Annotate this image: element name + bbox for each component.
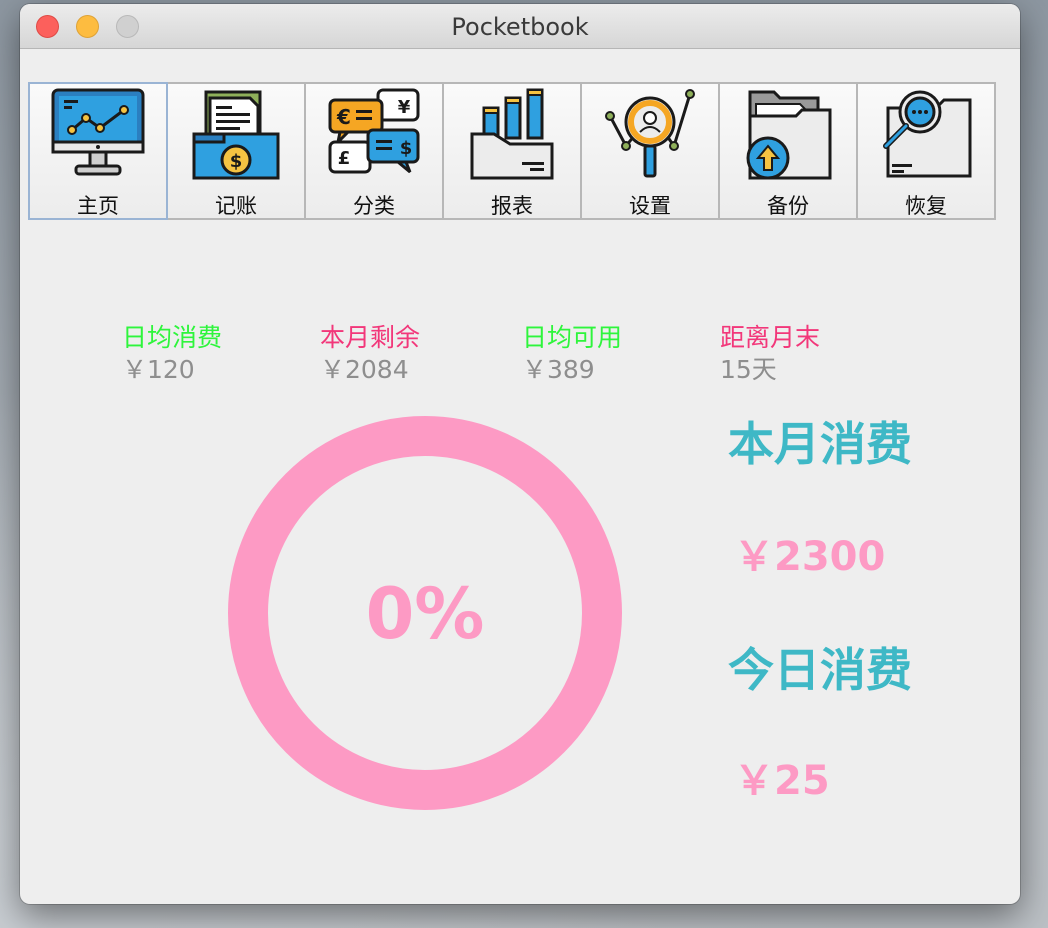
monitor-chart-icon (51, 88, 145, 176)
toolbar-restore-label: 恢复 (905, 194, 947, 218)
document-coin-icon: $ (192, 90, 280, 180)
toolbar-bookkeeping-label: 记账 (215, 194, 257, 218)
toolbar-report-button[interactable]: 报表 (442, 82, 582, 220)
toolbar-category-label: 分类 (353, 194, 395, 218)
stat-value: ￥120 (122, 355, 195, 384)
folder-upload-icon (746, 90, 832, 180)
stat-label: 日均消费 (122, 323, 223, 352)
month-spend-label: 本月消费 (728, 417, 912, 471)
svg-text:£: £ (338, 148, 351, 169)
toolbar-report-label: 报表 (491, 194, 533, 218)
toolbar-backup-label: 备份 (767, 194, 809, 218)
stat-value: 15天 (720, 355, 777, 384)
stat-days-to-month-end: 距离月末 15天 (720, 323, 820, 385)
toolbar-backup-button[interactable]: 备份 (718, 82, 858, 220)
today-spend-label: 今日消费 (728, 643, 912, 697)
today-spend-value: ￥25 (734, 758, 830, 804)
window-title: Pocketbook (451, 13, 589, 41)
stat-daily-average-spend: 日均消费 ￥120 (122, 323, 222, 385)
magnifier-network-icon (605, 89, 695, 178)
toolbar-settings-label: 设置 (629, 194, 671, 218)
stat-label: 本月剩余 (320, 323, 421, 352)
toolbar-settings-button[interactable]: 设置 (580, 82, 720, 220)
stat-label: 距离月末 (720, 323, 821, 352)
svg-text:€: € (336, 105, 351, 129)
toolbar-home-label: 主页 (77, 194, 119, 218)
folder-search-icon (883, 90, 972, 178)
toolbar-category-button[interactable]: ¥ € £ $ 分类 (304, 82, 444, 220)
toolbar-home-button[interactable]: 主页 (28, 82, 168, 220)
svg-text:¥: ¥ (398, 97, 411, 118)
main-toolbar: 主页 $ 记账 ¥ € £ $ 分类 报表 设置 备份 恢复 (28, 82, 1008, 222)
factory-report-icon (470, 88, 554, 180)
title-bar: Pocketbook (20, 4, 1020, 49)
stat-value: ￥389 (522, 355, 595, 384)
toolbar-bookkeeping-button[interactable]: $ 记账 (166, 82, 306, 220)
stat-value: ￥2084 (320, 355, 409, 384)
stat-month-remaining: 本月剩余 ￥2084 (320, 323, 420, 385)
month-spend-value: ￥2300 (734, 534, 886, 580)
toolbar-restore-button[interactable]: 恢复 (856, 82, 996, 220)
stat-label: 日均可用 (522, 323, 623, 352)
progress-percent: 0% (365, 573, 485, 655)
currency-chat-icon: ¥ € £ $ (328, 88, 420, 174)
svg-text:$: $ (400, 138, 413, 159)
stat-daily-available: 日均可用 ￥389 (522, 323, 622, 385)
svg-text:$: $ (230, 151, 243, 172)
app-window: Pocketbook 主页 $ 记账 ¥ € £ $ 分类 报表 设置 备份 恢… (20, 4, 1020, 904)
